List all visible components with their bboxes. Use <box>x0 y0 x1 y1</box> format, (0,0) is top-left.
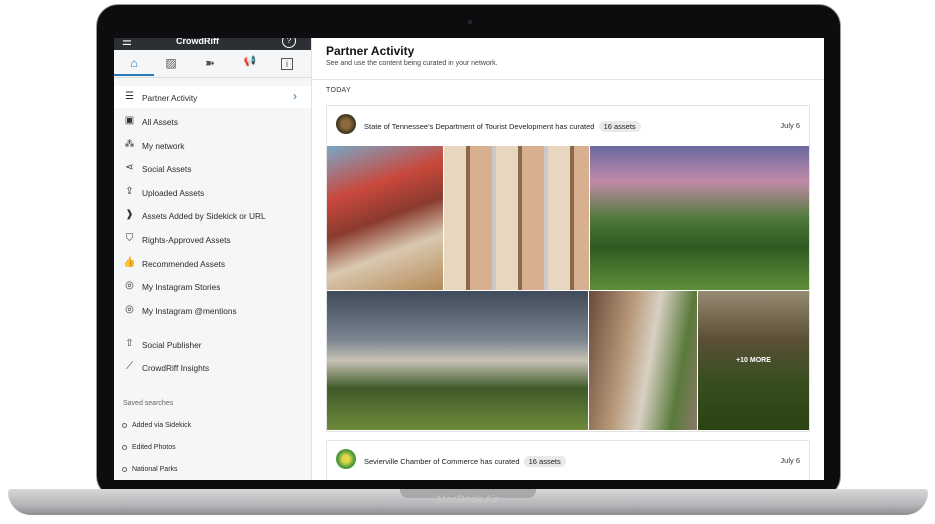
photo-historic-mansion[interactable] <box>327 291 588 430</box>
sidebar-item-all-assets[interactable]: ▣ All Assets <box>114 110 311 132</box>
shield-icon: ⛉ <box>125 233 134 244</box>
card-header: State of Tennessee's Department of Touri… <box>327 106 809 144</box>
instagram-icon: ◎ <box>125 280 134 291</box>
gallery-icon[interactable]: ▨ <box>161 56 181 72</box>
megaphone-icon[interactable]: 📢 <box>240 56 260 72</box>
sidebar-item-sidekick-assets[interactable]: ❱ Assets Added by Sidekick or URL <box>114 204 311 226</box>
sidebar-item-recommended[interactable]: 👍 Recommended Assets <box>114 252 311 274</box>
app-screen: ☰ CrowdRiff ? ⌂ ▨ ➽ 📢 i ☰ Partner Activi… <box>114 38 824 480</box>
sidebar-item-label: My Instagram @mentions <box>142 306 237 316</box>
partner-activity-icon: ☰ <box>125 91 134 102</box>
card-header: Sevierville Chamber of Commerce has cura… <box>327 441 809 479</box>
sidebar-item-rights-approved[interactable]: ⛉ Rights-Approved Assets <box>114 228 311 250</box>
share-icon: ⋖ <box>125 162 134 173</box>
sidebar-item-instagram-mentions[interactable]: ◎ My Instagram @mentions <box>114 299 311 321</box>
insights-icon: ⟋ <box>126 361 133 372</box>
sidebar-item-partner-activity[interactable]: ☰ Partner Activity › <box>114 86 311 108</box>
saved-search-label: Edited Photos <box>132 444 176 451</box>
partner-name[interactable]: Sevierville Chamber of Commerce <box>364 457 478 466</box>
activity-card: State of Tennessee's Department of Touri… <box>326 105 810 432</box>
card-caption: State of Tennessee's Department of Touri… <box>364 121 641 132</box>
sidebar-item-social-publisher[interactable]: ⇧ Social Publisher <box>114 333 311 355</box>
hamburger-icon[interactable]: ☰ <box>122 38 132 48</box>
sidebar: ☰ CrowdRiff ? ⌂ ▨ ➽ 📢 i ☰ Partner Activi… <box>114 38 312 480</box>
instagram-icon: ◎ <box>125 304 134 315</box>
top-bar: ☰ CrowdRiff ? <box>114 38 311 50</box>
saved-search-label: National Parks <box>132 466 178 473</box>
bullet-icon <box>122 422 127 428</box>
more-overlay[interactable]: +10 MORE <box>698 291 809 430</box>
card-date: July 6 <box>780 456 800 465</box>
sidebar-item-label: Social Assets <box>142 164 192 174</box>
page-title: Partner Activity <box>326 44 415 58</box>
thumbs-up-icon: 👍 <box>123 257 136 268</box>
action-text: has curated <box>480 457 520 466</box>
sidebar-item-label: Social Publisher <box>142 340 202 350</box>
sidebar-item-insights[interactable]: ⟋ CrowdRiff Insights <box>114 356 311 378</box>
help-icon[interactable]: ? <box>282 38 296 48</box>
chevron-right-icon: › <box>293 89 297 103</box>
sidebar-item-label: Uploaded Assets <box>142 188 205 198</box>
camera <box>468 20 472 24</box>
sidebar-item-label: Assets Added by Sidekick or URL <box>142 211 266 221</box>
all-assets-icon: ▣ <box>124 115 135 126</box>
network-icon: ⁂ <box>124 139 135 150</box>
photo-bridge-sunset[interactable] <box>590 146 809 290</box>
saved-search-item[interactable]: Edited Photos <box>122 444 176 451</box>
saved-search-item[interactable]: National Parks <box>122 466 178 473</box>
sidebar-item-label: My Instagram Stories <box>142 282 221 292</box>
partner-name[interactable]: State of Tennessee's Department of Touri… <box>364 122 553 131</box>
sidebar-item-label: CrowdRiff Insights <box>142 363 210 373</box>
main-content: Partner Activity See and use the content… <box>312 38 824 480</box>
sidebar-item-label: Partner Activity <box>142 93 198 103</box>
asset-count-badge[interactable]: 16 assets <box>598 121 641 132</box>
sidebar-tabs: ⌂ ▨ ➽ 📢 i <box>114 50 311 78</box>
section-label: TODAY <box>326 87 351 94</box>
sidekick-icon: ❱ <box>125 209 134 220</box>
card-date: July 6 <box>780 121 800 130</box>
saved-search-item[interactable]: Added via Sidekick <box>122 422 191 429</box>
photo-gelato-case[interactable] <box>444 146 589 290</box>
sidebar-item-label: All Assets <box>142 117 178 127</box>
publish-icon: ⇧ <box>125 338 134 349</box>
info-icon[interactable]: i <box>281 58 293 70</box>
logo: CrowdRiff <box>176 38 219 46</box>
avatar[interactable] <box>336 449 356 469</box>
saved-searches-title: Saved searches <box>123 400 174 407</box>
action-text: has curated <box>555 122 595 131</box>
photo-street-shops[interactable] <box>589 291 697 430</box>
avatar[interactable] <box>336 114 356 134</box>
sidebar-item-label: My network <box>142 141 185 151</box>
device-brand-label: MacBook Air <box>436 494 499 506</box>
active-tab-indicator <box>114 74 154 76</box>
sidebar-item-my-network[interactable]: ⁂ My network <box>114 134 311 156</box>
upload-icon: ⇪ <box>125 186 134 197</box>
home-icon[interactable]: ⌂ <box>124 56 144 72</box>
activity-card: Sevierville Chamber of Commerce has cura… <box>326 440 810 480</box>
sidebar-item-label: Recommended Assets <box>142 259 226 269</box>
sidebar-item-instagram-stories[interactable]: ◎ My Instagram Stories <box>114 275 311 297</box>
sidebar-item-label: Rights-Approved Assets <box>142 235 231 245</box>
sidekick-icon[interactable]: ➽ <box>200 56 220 72</box>
photo-cottage-more[interactable]: +10 MORE <box>698 291 809 430</box>
photo-gelato-storefront[interactable] <box>327 146 443 290</box>
card-caption: Sevierville Chamber of Commerce has cura… <box>364 456 566 467</box>
sidebar-item-uploaded-assets[interactable]: ⇪ Uploaded Assets <box>114 181 311 203</box>
divider <box>312 79 824 80</box>
page-subtitle: See and use the content being curated in… <box>326 60 498 67</box>
sidebar-item-social-assets[interactable]: ⋖ Social Assets <box>114 157 311 179</box>
bullet-icon <box>122 466 127 472</box>
saved-search-label: Added via Sidekick <box>132 422 192 429</box>
bullet-icon <box>122 444 127 450</box>
asset-count-badge[interactable]: 16 assets <box>523 456 566 467</box>
